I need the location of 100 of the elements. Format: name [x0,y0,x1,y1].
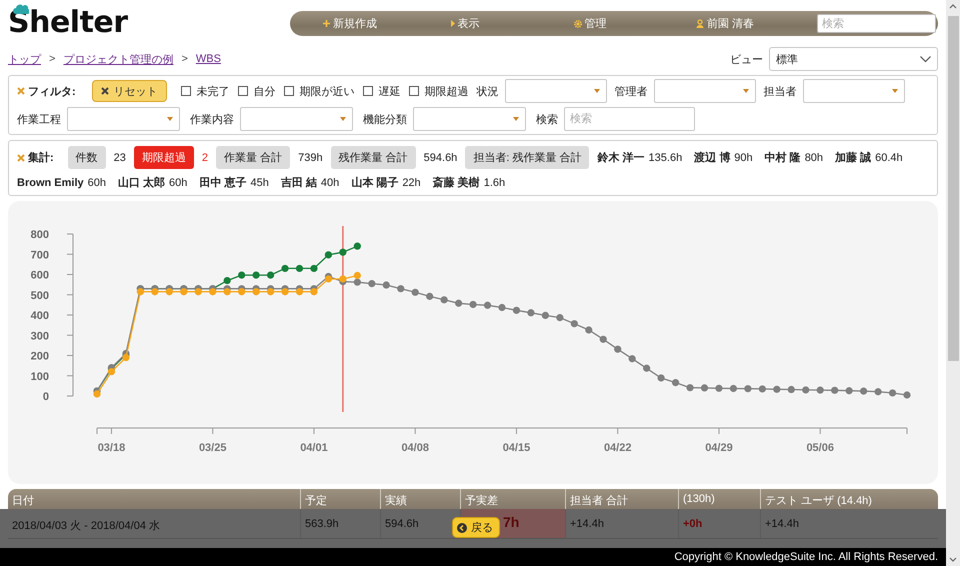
person-hours: 40h [320,176,340,188]
data-point [354,242,361,250]
person-hours: 90h [734,152,753,164]
table-cell: +14.4h [565,509,678,538]
checkbox[interactable] [362,86,373,96]
data-point [469,300,477,308]
chevron-down-icon [920,56,931,62]
search-field[interactable]: 検索 [564,107,695,131]
data-point [658,374,665,382]
data-point [570,320,578,328]
data-point [252,272,260,279]
data-point [628,355,636,362]
table-cell: +0h [678,509,760,538]
person-hours: 60h [88,176,106,188]
select-field[interactable] [67,107,180,131]
checkbox[interactable] [238,86,248,96]
breadcrumb-link[interactable]: プロジェクト管理の例 [63,52,174,66]
reset-button[interactable]: リセット [92,80,167,102]
data-point [498,304,506,312]
logo[interactable]: Shelter [8,5,128,40]
data-point [310,264,318,272]
nav-link[interactable]: 管理 [574,16,606,31]
nav-link[interactable]: 新規作成 [323,16,377,31]
nav-link[interactable]: 前園 清春 [696,16,754,31]
close-icon [17,87,25,95]
person-icon [696,19,704,28]
data-point [831,386,838,394]
person-name: 加藤 誠 [835,150,872,165]
field-label: 状況 [476,84,499,98]
data-point [296,264,304,272]
table-cell-text: 2018/04/03 火 - 2018/04/04 水 [11,519,161,534]
caret-icon [594,89,600,93]
data-point [672,379,680,386]
data-point [426,292,434,300]
axis-label: 04/22 [604,442,632,454]
field-label: 機能分類 [363,112,407,126]
person-name: 山本 陽子 [351,176,398,190]
field-label: 担当者 [764,84,797,98]
axis-label: 600 [30,270,49,282]
filter-title: フィルタ: [28,84,76,98]
caret-icon [513,117,519,121]
field-label: 作業内容 [190,112,234,126]
caret-icon [340,117,346,121]
summary-tag: 作業量 合計 [216,146,290,169]
data-point [412,288,419,296]
checkbox[interactable] [180,86,191,96]
checkbox-label: 期限超過 [424,84,469,98]
data-point [440,296,448,304]
person-name: 中村 隆 [764,150,801,165]
scrollbar[interactable] [946,0,960,566]
field-label: 管理者 [614,84,648,98]
caret-icon [742,89,749,93]
axis-label: 500 [30,290,49,302]
breadcrumb-link[interactable]: WBS [196,53,221,65]
person-hours: 135.6h [648,152,682,164]
axis-label: 700 [30,249,49,262]
axis-label: 05/06 [806,442,834,454]
select-field[interactable] [240,107,353,131]
copyright-text: Copyright © KnowledgeSuite Inc. All Rights Reserved. [674,551,938,563]
data-point [773,386,780,393]
person-name: 田中 恵子 [199,176,246,190]
summary-value: 739h [298,152,323,164]
field-label: 作業工程 [17,112,61,126]
axis-label: 04/01 [300,442,328,454]
field-label: 検索 [536,112,558,126]
axis-label: 400 [30,310,49,322]
axis-label: 0 [42,391,49,403]
back-button[interactable]: 戻る [452,517,500,538]
select-field[interactable] [413,107,526,131]
view-select[interactable]: 標準 [769,47,938,71]
axis-label: 300 [30,330,49,342]
breadcrumb-link[interactable]: トップ [8,52,41,66]
checkbox[interactable] [408,86,419,96]
summary-value: 594.6h [424,152,458,164]
caret-icon [892,89,898,93]
data-point [339,248,346,256]
select-field[interactable] [504,79,607,103]
axis-label: 100 [30,370,49,383]
person-name: 吉田 結 [280,176,317,190]
data-point [281,264,289,272]
table-cell: +14.4h [760,509,938,538]
axis-label: 200 [30,350,49,362]
table-cell: 563.9h [300,509,380,538]
data-point [860,388,868,395]
data-point [700,384,708,392]
checkbox[interactable] [284,86,294,96]
data-point [527,309,535,316]
person-hours: 45h [250,176,269,188]
alert-value: 2 [202,152,208,164]
select-field[interactable] [654,79,756,103]
column-header: 日付 [11,494,35,509]
data-point [238,272,246,279]
axis-label: 04/08 [401,442,429,454]
summary-tag: 残作業量 合計 [330,146,416,169]
select-field[interactable] [802,79,905,103]
search-field[interactable]: 検索 [817,14,936,33]
checkbox-label: 期限が近い [300,84,355,98]
back-arrow-icon [457,522,467,532]
data-point [324,251,332,258]
nav-link[interactable]: 表示 [450,16,480,31]
